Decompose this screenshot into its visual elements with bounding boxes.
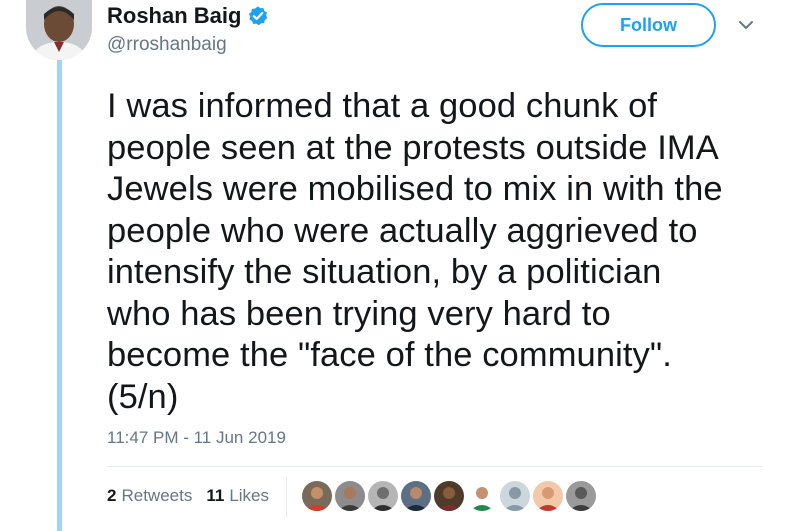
liker-avatar[interactable] bbox=[434, 481, 464, 511]
liker-avatar[interactable] bbox=[566, 481, 596, 511]
liker-avatar[interactable] bbox=[533, 481, 563, 511]
tweet-line: people seen at the protests outside IMA bbox=[107, 128, 719, 167]
tweet-line: Jewels were mobilised to mix in with the bbox=[107, 170, 723, 208]
author-name-row: Roshan Baig bbox=[107, 3, 269, 29]
likes-count: 11 bbox=[206, 486, 225, 505]
liker-avatar[interactable] bbox=[368, 481, 398, 511]
user-handle[interactable]: @rroshanbaig bbox=[107, 34, 227, 56]
retweets-label: Retweets bbox=[121, 486, 193, 505]
tweet-line: people who were actually aggrieved to bbox=[107, 211, 698, 250]
follow-button[interactable]: Follow bbox=[581, 3, 716, 47]
chevron-down-icon[interactable] bbox=[735, 14, 757, 36]
divider bbox=[107, 466, 763, 467]
tweet-line: I was informed that a good chunk of bbox=[107, 87, 658, 125]
verified-badge-icon bbox=[247, 5, 269, 27]
stats-separator bbox=[286, 477, 287, 517]
liker-avatar[interactable] bbox=[401, 481, 431, 511]
liker-avatar[interactable] bbox=[500, 481, 530, 511]
tweet-line: who has been trying very hard to bbox=[107, 294, 611, 333]
likes-label: Likes bbox=[229, 486, 270, 505]
tweet-line: (5/n) bbox=[107, 377, 179, 416]
liker-avatar[interactable] bbox=[302, 481, 332, 511]
tweet-text: I was informed that a good chunk of peop… bbox=[107, 86, 787, 418]
tweet-line: become the "face of the community". bbox=[107, 336, 672, 374]
liker-avatar[interactable] bbox=[335, 481, 365, 511]
tweet-stats: 2 Retweets 11 Likes bbox=[107, 486, 269, 506]
thread-line bbox=[57, 58, 62, 531]
liker-avatar[interactable] bbox=[467, 481, 497, 511]
retweets-stat[interactable]: 2 Retweets bbox=[107, 486, 192, 506]
tweet-line: intensify the situation, by a politician bbox=[107, 253, 662, 291]
avatar[interactable] bbox=[26, 0, 92, 60]
likes-stat[interactable]: 11 Likes bbox=[206, 486, 269, 506]
avatar-image bbox=[26, 0, 92, 60]
retweets-count: 2 bbox=[107, 486, 117, 505]
tweet-timestamp[interactable]: 11:47 PM - 11 Jun 2019 bbox=[107, 428, 286, 448]
liker-avatars bbox=[302, 481, 599, 511]
display-name[interactable]: Roshan Baig bbox=[107, 3, 241, 29]
